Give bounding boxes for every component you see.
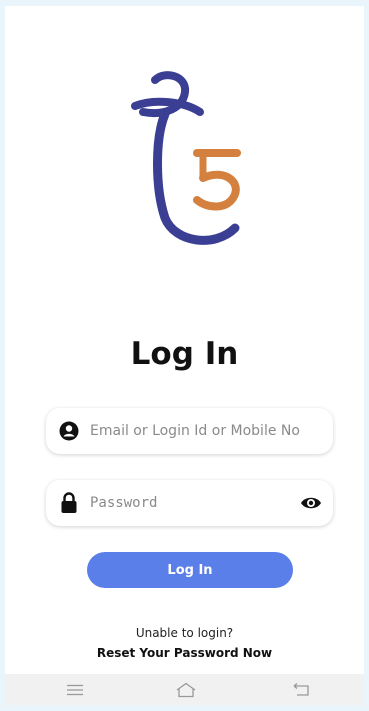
eye-icon[interactable] [299, 492, 323, 514]
unable-to-login-text: Unable to login? [135, 626, 234, 640]
menu-icon[interactable] [63, 680, 87, 700]
password-input[interactable] [88, 494, 302, 512]
back-icon[interactable] [289, 680, 313, 700]
email-input[interactable] [88, 422, 302, 440]
home-icon[interactable] [174, 680, 198, 700]
login-screen: Log In Log In Unable to lo [5, 6, 364, 705]
lock-icon [58, 492, 80, 514]
page-title: Log In [130, 336, 239, 372]
email-field[interactable] [46, 408, 333, 454]
login-button[interactable]: Log In [87, 552, 293, 588]
brand-logo-icon [125, 68, 255, 258]
system-nav-bar [5, 674, 364, 705]
user-circle-icon [58, 420, 80, 442]
reset-password-link[interactable]: Reset Your Password Now [5, 646, 364, 660]
password-field[interactable] [46, 480, 333, 526]
